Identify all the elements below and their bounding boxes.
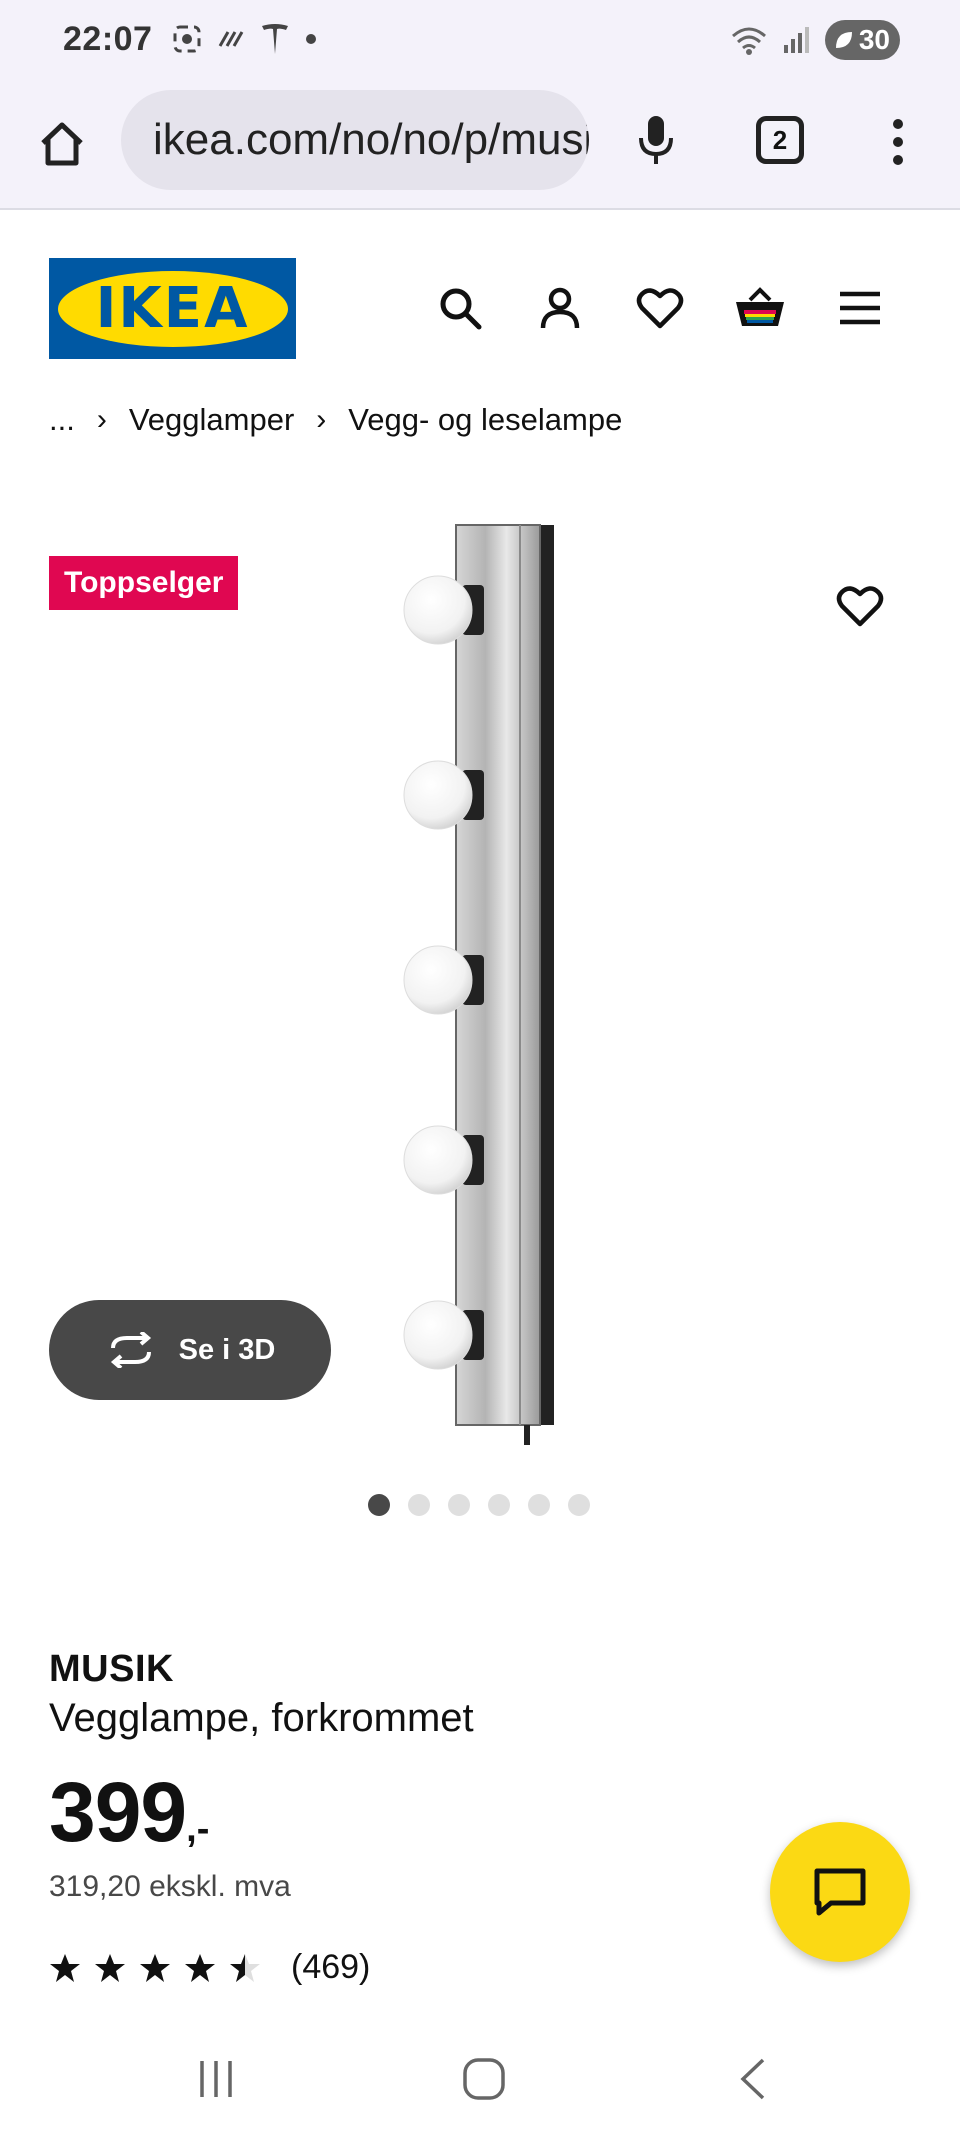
view-in-3d-label: Se i 3D: [178, 1333, 276, 1366]
product-description: Vegglampe, forkrommet: [49, 1696, 474, 1740]
star-icon: [50, 1953, 80, 1982]
gallery-dot[interactable]: [528, 1494, 550, 1516]
star-icon: [140, 1953, 170, 1982]
menu-button[interactable]: [832, 280, 888, 336]
status-bar: 22:07 30: [0, 0, 960, 82]
ikea-logo[interactable]: IKEA: [49, 258, 296, 359]
price-integer: 399: [49, 1765, 187, 1859]
more-vertical-icon: [893, 119, 903, 165]
battery-level: 30: [858, 24, 890, 55]
status-notification-icons: [172, 22, 318, 56]
status-system-icons: 30: [731, 20, 900, 60]
gallery-pagination: [368, 1494, 590, 1516]
product-image: [403, 524, 554, 1445]
signal-stripes-icon: [218, 31, 244, 47]
gallery-dot[interactable]: [568, 1494, 590, 1516]
back-icon: [740, 2058, 765, 2100]
search-icon: [440, 288, 482, 330]
screenshot-icon: [173, 25, 201, 53]
bestseller-badge: Toppselger: [49, 556, 239, 610]
chat-button[interactable]: [770, 1822, 910, 1962]
url-text: ikea.com/no/no/p/musik-vegglampe: [153, 115, 589, 164]
add-to-wishlist-button[interactable]: [832, 578, 888, 634]
cell-signal-icon: [783, 27, 809, 53]
product-price: 399 ,-: [49, 1764, 209, 1861]
breadcrumb-vegg-og-leselampe[interactable]: Vegg- og leselampe: [348, 402, 622, 438]
star-icon: [185, 1953, 215, 1982]
rotate-3d-icon: [110, 1332, 151, 1368]
microphone-icon: [639, 116, 673, 164]
recent-apps-icon: [200, 2061, 232, 2097]
browser-home-button[interactable]: [30, 112, 94, 176]
wifi-icon: [731, 27, 766, 55]
wishlist-button[interactable]: [632, 280, 688, 336]
home-icon: [463, 2058, 505, 2100]
breadcrumb-ellipsis[interactable]: ...: [49, 402, 75, 438]
system-back-button[interactable]: [720, 2054, 784, 2104]
product-rating[interactable]: (469): [49, 1948, 370, 1987]
logo-oval: IKEA: [57, 270, 288, 347]
address-bar[interactable]: ikea.com/no/no/p/musik-vegglampe: [121, 90, 589, 190]
gallery-dot[interactable]: [448, 1494, 470, 1516]
home-icon: [41, 122, 83, 166]
product-name: MUSIK: [49, 1648, 174, 1690]
gallery-dot[interactable]: [408, 1494, 430, 1516]
chevron-right-icon: ›: [96, 403, 107, 436]
dot-icon: [306, 34, 316, 44]
system-home-button[interactable]: [452, 2054, 516, 2104]
star-icon: [95, 1953, 125, 1982]
battery-indicator: 30: [824, 20, 900, 60]
account-button[interactable]: [532, 280, 588, 336]
price-excluding-vat: 319,20 ekskl. mva: [49, 1870, 291, 1903]
status-time: 22:07: [63, 20, 153, 58]
recent-apps-button[interactable]: [184, 2054, 248, 2104]
chat-icon: [814, 1868, 866, 1916]
tab-count: 2: [772, 124, 788, 155]
system-navigation-bar: [0, 2022, 960, 2133]
cart-button[interactable]: [732, 280, 788, 336]
cart-icon: [736, 287, 784, 326]
breadcrumb-vegglamper[interactable]: Vegglamper: [129, 402, 294, 438]
browser-toolbar: ikea.com/no/no/p/musik-vegglampe 2: [0, 82, 960, 210]
logo-text: IKEA: [95, 276, 250, 341]
chevron-right-icon: ›: [316, 403, 327, 436]
tesla-icon: [262, 24, 288, 54]
leaf-icon: [835, 32, 852, 48]
heart-icon: [636, 288, 684, 329]
gallery-dot[interactable]: [368, 1494, 390, 1516]
rating-stars: [49, 1952, 261, 1984]
search-button[interactable]: [432, 280, 488, 336]
voice-search-button[interactable]: [624, 108, 688, 172]
gallery-dot[interactable]: [488, 1494, 510, 1516]
account-icon: [540, 287, 580, 329]
price-suffix: ,-: [186, 1808, 210, 1850]
breadcrumb: ... › Vegglamper › Vegg- og leselampe: [49, 402, 622, 438]
tab-switcher-button[interactable]: 2: [756, 116, 804, 164]
heart-icon: [836, 586, 884, 627]
view-in-3d-button[interactable]: Se i 3D: [49, 1300, 331, 1400]
review-count: (469): [291, 1948, 371, 1986]
menu-icon: [840, 291, 880, 325]
star-icon: [230, 1953, 260, 1982]
browser-menu-button[interactable]: [876, 112, 920, 172]
